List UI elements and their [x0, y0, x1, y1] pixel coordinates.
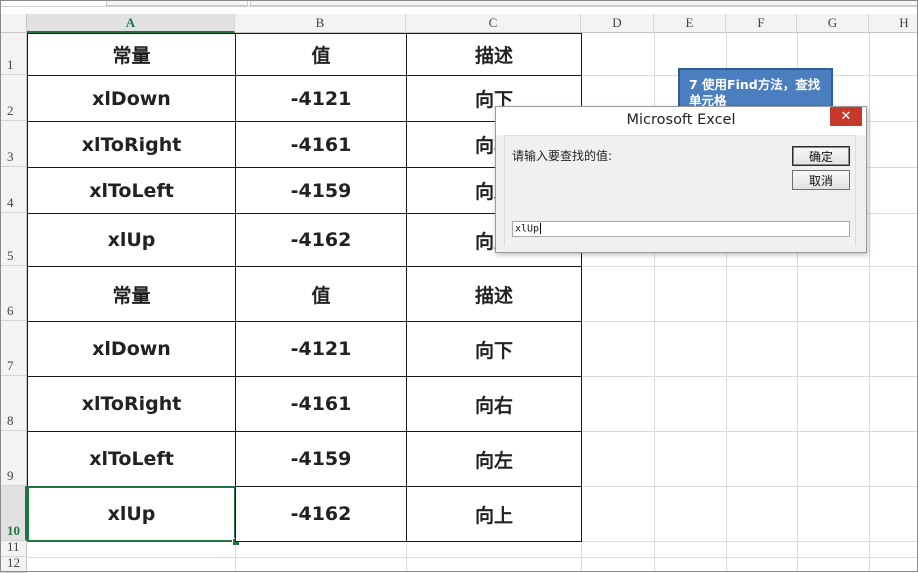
row-header-10[interactable]: 10 [0, 486, 27, 541]
row-header-8[interactable]: 8 [0, 376, 27, 431]
spreadsheet: ABCDEFGH 1 2 3 4 5 6 7 8 9 10 11 12 常量值描述 xlDown -412… [0, 0, 918, 573]
cell-b9[interactable]: -4159 [235, 431, 407, 487]
cell-b10[interactable]: -4162 [235, 486, 407, 542]
ok-button[interactable]: 确定 [792, 146, 850, 166]
column-header-c[interactable]: C [406, 14, 581, 33]
cell-b5[interactable]: -4162 [235, 213, 407, 267]
row-header-4[interactable]: 4 [0, 167, 27, 213]
cell-a9[interactable]: xlToLeft [27, 431, 236, 487]
cell-b1[interactable]: 值 [235, 33, 407, 76]
cell-c7[interactable]: 向下 [406, 321, 582, 377]
cell-b7[interactable]: -4121 [235, 321, 407, 377]
gridline-horizontal [27, 557, 918, 558]
column-header-h[interactable]: H [869, 14, 918, 33]
column-header-e[interactable]: E [654, 14, 726, 33]
row-header-9[interactable]: 9 [0, 431, 27, 486]
column-header-f[interactable]: F [726, 14, 797, 33]
row-header-7[interactable]: 7 [0, 321, 27, 376]
cell-c8[interactable]: 向右 [406, 376, 582, 432]
cell-c10[interactable]: 向上 [406, 486, 582, 542]
ribbon-tab-edge [106, 0, 248, 6]
row-header-12[interactable]: 12 [0, 555, 27, 573]
gridline-vertical [869, 33, 870, 572]
step-callout: 7 使用Find方法，查找单元格 [678, 68, 833, 108]
formula-bar-edge [250, 0, 918, 6]
cell-c6[interactable]: 描述 [406, 266, 582, 322]
column-header-d[interactable]: D [581, 14, 654, 33]
dialog-title: Microsoft Excel [626, 112, 736, 128]
dialog-prompt: 请输入要查找的值: [512, 149, 613, 163]
cell-a2[interactable]: xlDown [27, 75, 236, 122]
input-text: xlUp [515, 223, 540, 235]
cell-a8[interactable]: xlToRight [27, 376, 236, 432]
column-header-b[interactable]: B [235, 14, 406, 33]
search-value-input[interactable]: xlUp [512, 221, 850, 237]
row-header-3[interactable]: 3 [0, 121, 27, 167]
row-header-6[interactable]: 6 [0, 266, 27, 321]
callout-text: 7 使用Find方法，查找单元格 [689, 77, 821, 108]
cell-a4[interactable]: xlToLeft [27, 167, 236, 214]
cell-a5[interactable]: xlUp [27, 213, 236, 267]
cell-a7[interactable]: xlDown [27, 321, 236, 377]
column-header-g[interactable]: G [797, 14, 869, 33]
cell-a3[interactable]: xlToRight [27, 121, 236, 168]
cell-a6[interactable]: 常量 [27, 266, 236, 322]
cell-b4[interactable]: -4159 [235, 167, 407, 214]
column-header-a[interactable]: A [27, 14, 235, 33]
text-caret [540, 223, 542, 234]
cell-b8[interactable]: -4161 [235, 376, 407, 432]
cell-b2[interactable]: -4121 [235, 75, 407, 122]
cancel-button[interactable]: 取消 [792, 170, 850, 190]
cell-b3[interactable]: -4161 [235, 121, 407, 168]
cell-c1[interactable]: 描述 [406, 33, 582, 76]
close-icon[interactable]: ✕ [830, 107, 862, 126]
row-header-2[interactable]: 2 [0, 75, 27, 121]
select-all-corner[interactable] [0, 14, 27, 33]
cell-c9[interactable]: 向左 [406, 431, 582, 487]
input-box-dialog: Microsoft Excel ✕ 请输入要查找的值: 确定 取消 xlUp [495, 106, 867, 253]
row-header-1[interactable]: 1 [0, 33, 27, 75]
cell-a1[interactable]: 常量 [27, 33, 236, 76]
cell-a10[interactable]: xlUp [27, 486, 236, 542]
cell-b6[interactable]: 值 [235, 266, 407, 322]
row-header-5[interactable]: 5 [0, 213, 27, 266]
